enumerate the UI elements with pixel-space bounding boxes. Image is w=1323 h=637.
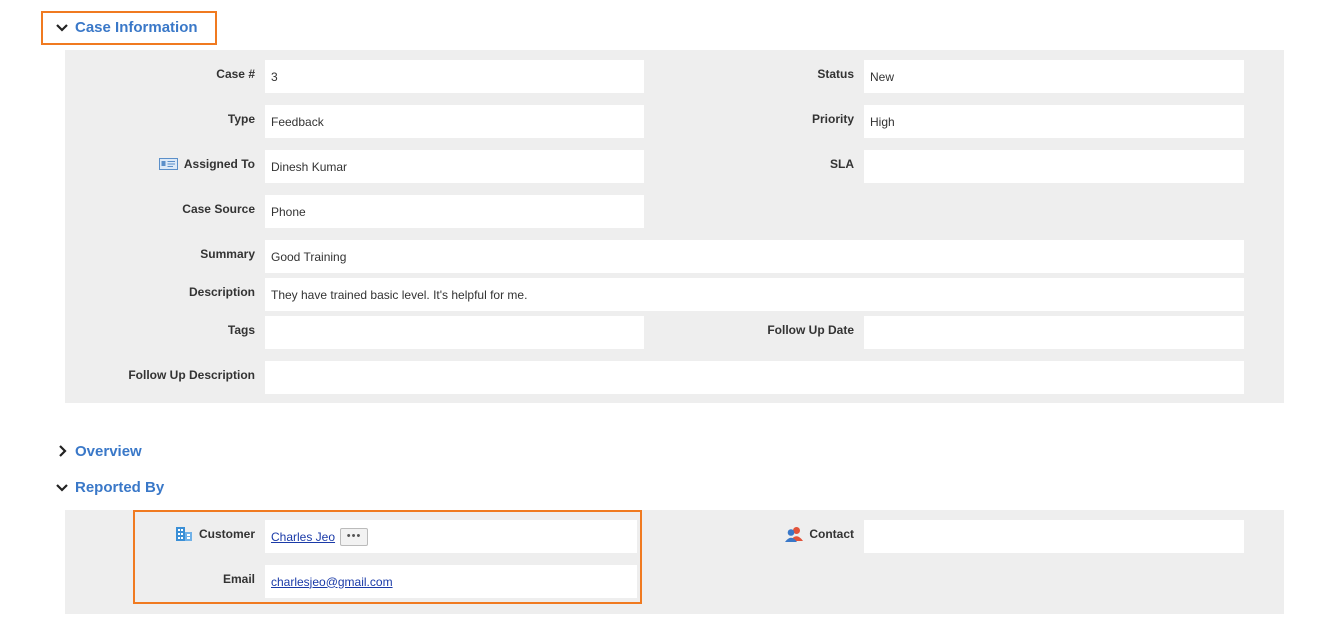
case-information-header[interactable]: Case Information — [55, 18, 198, 36]
status-label: Status — [817, 67, 854, 81]
contacts-icon — [785, 527, 804, 542]
assigned-to-field[interactable]: Dinesh Kumar — [265, 150, 644, 183]
follow-up-date-field[interactable] — [864, 316, 1244, 349]
contact-label: Contact — [669, 525, 854, 543]
sla-label: SLA — [830, 157, 854, 171]
case-information-title: Case Information — [75, 18, 198, 36]
summary-label: Summary — [200, 247, 255, 261]
follow-up-date-label: Follow Up Date — [767, 323, 854, 337]
reported-by-header[interactable]: Reported By — [55, 478, 164, 496]
chevron-right-icon — [59, 445, 67, 457]
description-field[interactable]: They have trained basic level. It's help… — [265, 278, 1244, 311]
case-source-field[interactable]: Phone — [265, 195, 644, 228]
description-label: Description — [188, 285, 255, 299]
customer-highlight — [133, 510, 642, 604]
tags-field[interactable] — [265, 316, 644, 349]
overview-header[interactable]: Overview — [55, 442, 142, 460]
type-label: Type — [227, 112, 255, 126]
reported-by-title: Reported By — [75, 478, 165, 496]
follow-up-description-field[interactable] — [265, 361, 1244, 394]
priority-field[interactable]: High — [864, 105, 1244, 138]
contact-field[interactable] — [864, 520, 1244, 553]
summary-field[interactable]: Good Training — [265, 240, 1244, 273]
tags-label: Tags — [227, 323, 255, 337]
case-information-panel — [65, 50, 1284, 403]
case-number-label: Case # — [216, 67, 255, 81]
overview-title: Overview — [75, 442, 142, 460]
assigned-to-label: Assigned To — [70, 156, 255, 172]
case-number-field[interactable]: 3 — [265, 60, 644, 93]
id-card-icon — [158, 158, 178, 170]
case-source-label: Case Source — [182, 202, 255, 216]
type-field[interactable]: Feedback — [265, 105, 644, 138]
follow-up-description-label: Follow Up Description — [128, 368, 255, 382]
chevron-down-icon — [56, 484, 68, 492]
status-field[interactable]: New — [864, 60, 1244, 93]
sla-field[interactable] — [864, 150, 1244, 183]
priority-label: Priority — [811, 112, 854, 126]
chevron-down-icon — [56, 24, 68, 32]
